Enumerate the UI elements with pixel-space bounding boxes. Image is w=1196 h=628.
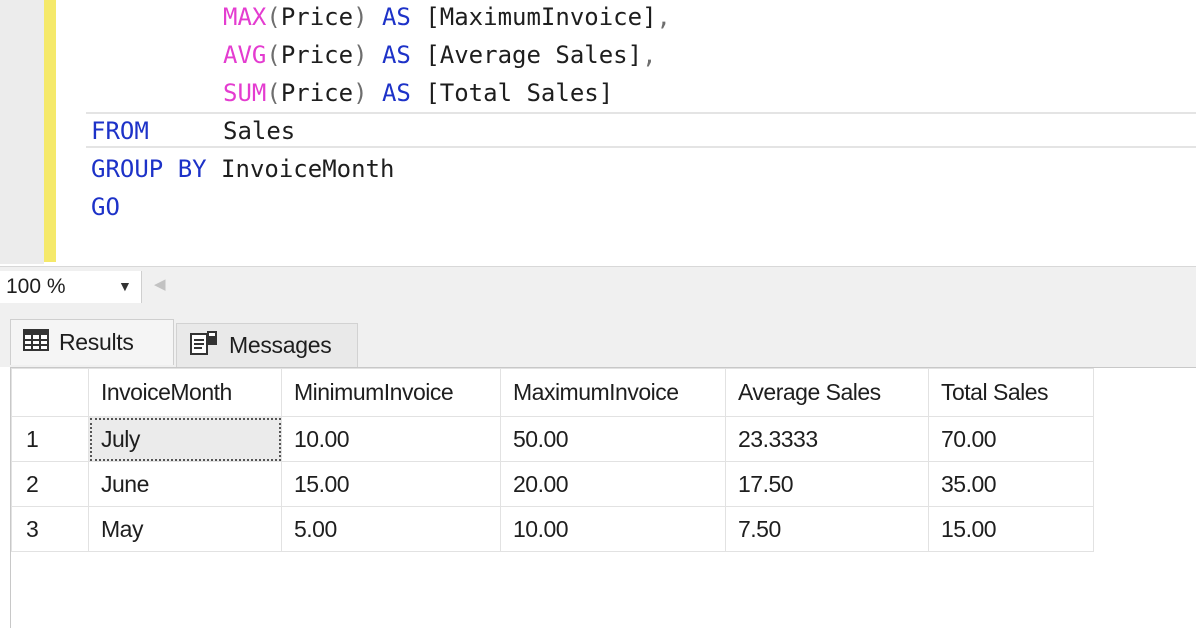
code-keyword: AS [381,41,411,69]
code-line-go: GO [91,188,120,226]
code-keyword: GO [91,193,120,221]
column-header-rownum[interactable] [11,368,89,417]
results-tab-strip: Results Messages [0,307,1196,367]
row-number[interactable]: 1 [11,416,89,462]
code-identifier: Price [280,41,354,69]
code-line-avg: AVG(Price) AS [Average Sales], [223,41,657,69]
change-tracking-bar [44,0,56,262]
header-row: InvoiceMonth MinimumInvoice MaximumInvoi… [11,368,1094,417]
grid-cell[interactable]: 10.00 [500,506,726,552]
code-function: AVG [223,41,267,69]
code-identifier: InvoiceMonth [221,155,395,183]
zoom-dropdown[interactable]: 100 % ▼ [0,271,142,303]
code-function: MAX [223,3,267,31]
grid-cell[interactable]: 35.00 [928,461,1094,507]
code-keyword: FROM [91,117,149,145]
dropdown-arrow-icon[interactable]: ▼ [118,278,132,294]
code-line-group-by: GROUP BY InvoiceMonth [91,150,394,188]
grid-cell[interactable]: June [88,461,282,507]
code-punctuation: , [656,3,671,31]
grid-icon [23,328,49,357]
tab-messages-label: Messages [229,332,332,358]
code-keyword: GROUP BY [91,155,207,183]
code-function: SUM [223,79,267,107]
code-alias: [Total Sales] [425,79,614,107]
row-number[interactable]: 3 [11,506,89,552]
column-header-total-sales[interactable]: Total Sales [928,368,1094,417]
tab-results-label: Results [59,329,134,355]
query-editor[interactable]: MAX(Price) AS [MaximumInvoice], AVG(Pric… [0,0,1196,266]
scroll-left-icon[interactable]: ◀ [154,275,166,293]
grid-cell[interactable]: 5.00 [281,506,501,552]
code-identifier: Price [280,79,354,107]
editor-status-bar: 100 % ▼ ◀ [0,266,1196,307]
tab-results[interactable]: Results [10,319,174,365]
grid-cell[interactable]: 10.00 [281,416,501,462]
editor-gutter [0,0,44,264]
grid-cell[interactable]: 15.00 [281,461,501,507]
grid-cell[interactable]: May [88,506,282,552]
table-row: 2 June 15.00 20.00 17.50 35.00 [11,461,1094,507]
grid-cell-selected[interactable]: July [88,416,282,462]
code-identifier: Price [280,3,354,31]
table-row: 3 May 5.00 10.00 7.50 15.00 [11,506,1094,552]
grid-cell[interactable]: 17.50 [725,461,929,507]
code-identifier: Sales [223,117,296,145]
messages-icon [189,330,219,362]
grid-cell[interactable]: 23.3333 [725,416,929,462]
column-header-invoicemonth[interactable]: InvoiceMonth [88,368,282,417]
column-header-maximuminvoice[interactable]: MaximumInvoice [500,368,726,417]
code-line-from: FROM [91,112,149,150]
grid-cell[interactable]: 70.00 [928,416,1094,462]
column-header-average-sales[interactable]: Average Sales [725,368,929,417]
grid-cell[interactable]: 50.00 [500,416,726,462]
row-number[interactable]: 2 [11,461,89,507]
column-header-minimuminvoice[interactable]: MinimumInvoice [281,368,501,417]
code-alias: [Average Sales] [425,41,643,69]
results-grid[interactable]: InvoiceMonth MinimumInvoice MaximumInvoi… [10,367,1196,628]
table-row: 1 July 10.00 50.00 23.3333 70.00 [11,416,1094,462]
code-punctuation: , [642,41,657,69]
grid-cell[interactable]: 7.50 [725,506,929,552]
code-keyword: AS [381,79,411,107]
grid-cell[interactable]: 15.00 [928,506,1094,552]
code-keyword: AS [381,3,411,31]
grid-cell[interactable]: 20.00 [500,461,726,507]
code-line-from-table: Sales [223,112,295,150]
zoom-value: 100 % [6,275,66,298]
tab-messages[interactable]: Messages [176,323,358,367]
code-alias: [MaximumInvoice] [425,3,657,31]
code-line-sum: SUM(Price) AS [Total Sales] [223,79,614,107]
code-line-max: MAX(Price) AS [MaximumInvoice], [223,3,671,31]
results-table: InvoiceMonth MinimumInvoice MaximumInvoi… [11,368,1094,552]
